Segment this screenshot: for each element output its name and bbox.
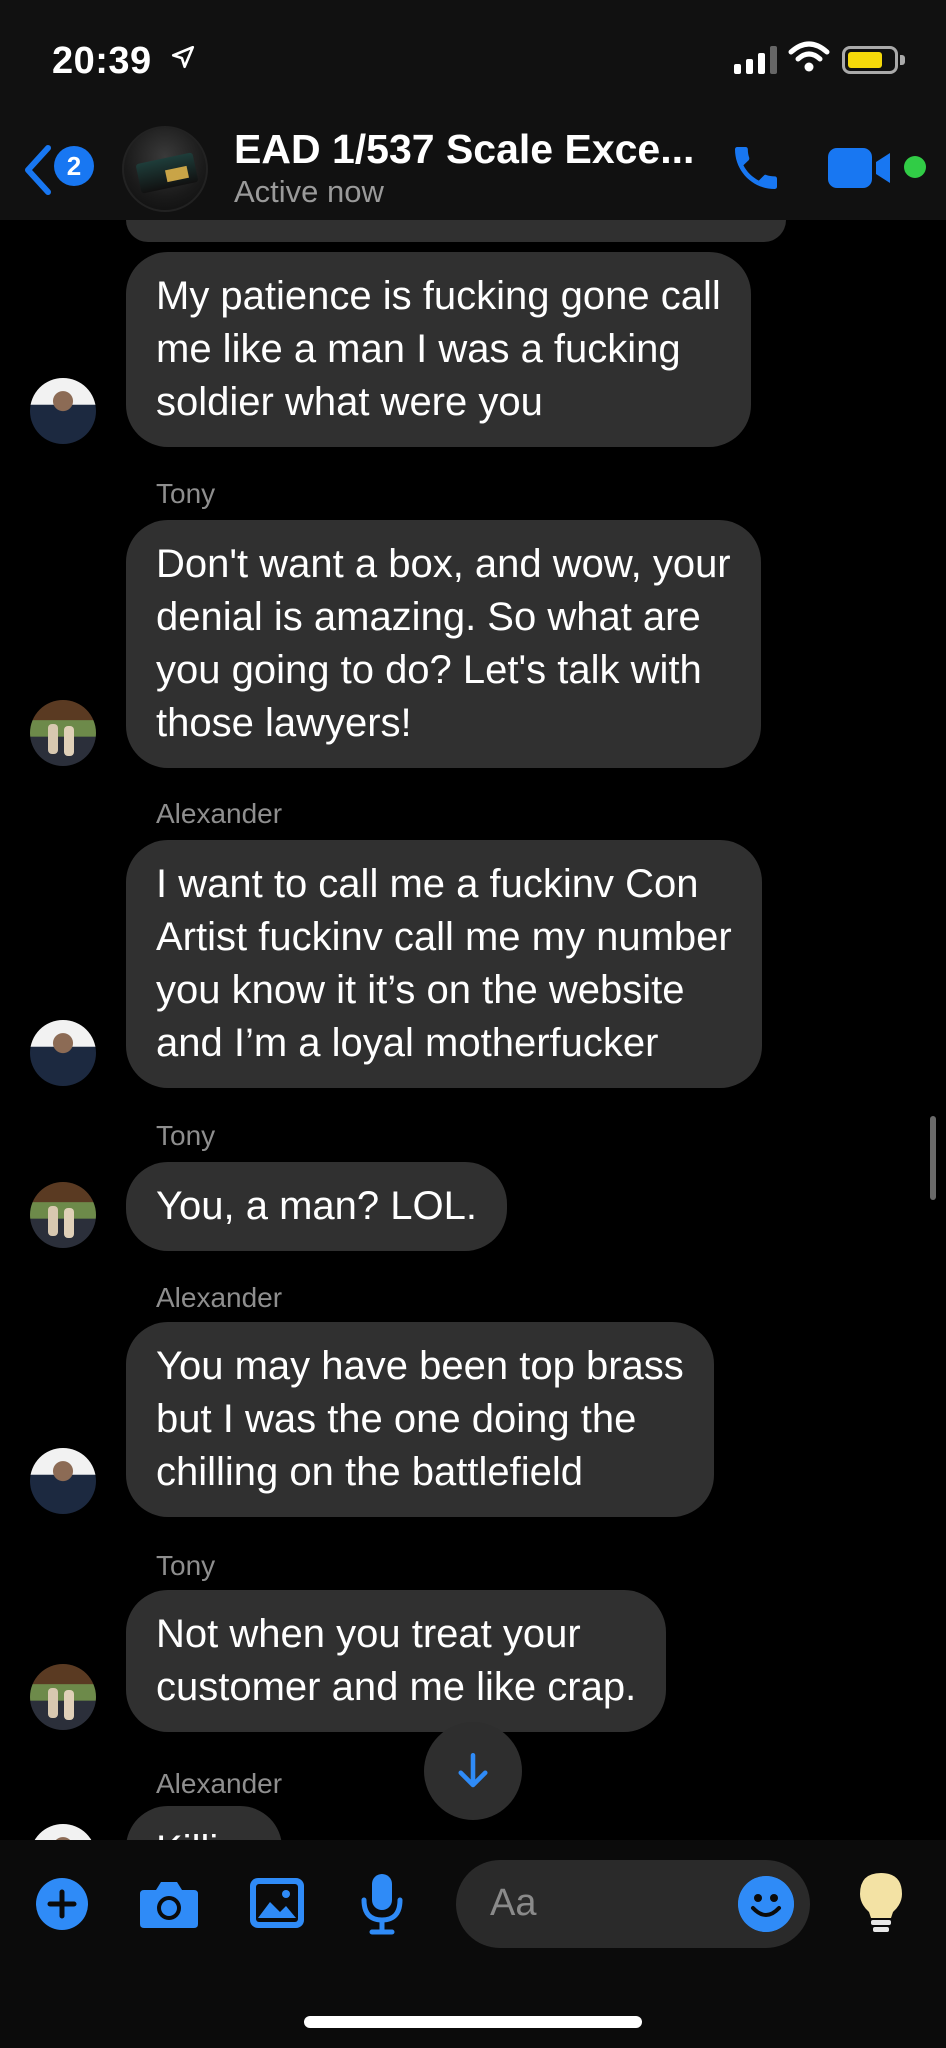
sender-name: Alexander bbox=[156, 1768, 283, 1799]
message-line: Artist fuckinv call me my number bbox=[156, 915, 732, 959]
message-line: Not when you treat your bbox=[156, 1612, 581, 1656]
message-line: chilling on the battlefield bbox=[156, 1450, 583, 1494]
message-bubble[interactable]: Don't want a box, and wow, your denial i… bbox=[126, 520, 761, 768]
message-line: me like a man I was a fucking bbox=[156, 327, 681, 371]
message-bubble[interactable]: My patience is fucking gone call me like… bbox=[126, 252, 751, 447]
message-line: You, a man? LOL. bbox=[156, 1184, 477, 1228]
scroll-to-bottom-button[interactable] bbox=[424, 1722, 522, 1820]
avatar-alexander[interactable] bbox=[30, 378, 96, 444]
avatar-tony[interactable] bbox=[30, 1182, 96, 1248]
message-line: You may have been top brass bbox=[156, 1344, 684, 1388]
sender-name: Tony bbox=[156, 1550, 216, 1581]
photo-gallery-icon[interactable] bbox=[248, 1876, 306, 1930]
message-line: My patience is fucking gone call bbox=[156, 274, 721, 318]
cell-signal-icon bbox=[734, 46, 777, 74]
unread-count-badge[interactable]: 2 bbox=[54, 146, 94, 186]
message-line: I want to call me a fuckinv Con bbox=[156, 862, 699, 906]
chat-title[interactable]: EAD 1/537 Scale Exce... bbox=[234, 126, 714, 173]
message-line: Killi... bbox=[156, 1824, 252, 1840]
sender-name: Alexander bbox=[156, 1282, 283, 1313]
message-line: but I was the one doing the bbox=[156, 1397, 637, 1441]
message-bubble[interactable]: Killi... bbox=[126, 1806, 282, 1840]
message-line: denial is amazing. So what are bbox=[156, 595, 701, 639]
group-avatar[interactable] bbox=[122, 126, 208, 212]
scrollbar[interactable] bbox=[930, 1116, 936, 1200]
video-call-icon[interactable] bbox=[828, 148, 894, 188]
back-chevron-icon[interactable] bbox=[20, 142, 54, 198]
plus-icon[interactable] bbox=[34, 1876, 90, 1932]
emoji-icon[interactable] bbox=[738, 1876, 794, 1932]
online-indicator bbox=[904, 156, 926, 178]
message-bubble[interactable]: Not when you treat your customer and me … bbox=[126, 1590, 667, 1732]
message-line: you going to do? Let's talk with bbox=[156, 648, 702, 692]
avatar-alexander[interactable] bbox=[30, 1448, 96, 1514]
status-time: 20:39 bbox=[52, 40, 152, 82]
chat-active-status: Active now bbox=[234, 174, 384, 209]
avatar-tony[interactable] bbox=[30, 700, 96, 766]
avatar-alexander[interactable] bbox=[30, 1020, 96, 1086]
avatar-tony[interactable] bbox=[30, 1664, 96, 1730]
message-line: Don't want a box, and wow, your bbox=[156, 542, 731, 586]
avatar-alexander[interactable] bbox=[30, 1824, 96, 1840]
battery-icon bbox=[842, 46, 898, 74]
location-arrow-icon bbox=[171, 45, 195, 69]
message-line: you know it it’s on the website bbox=[156, 968, 685, 1012]
sender-name: Alexander bbox=[156, 798, 283, 829]
phone-call-icon[interactable] bbox=[728, 140, 784, 196]
message-line: customer and me like crap. bbox=[156, 1665, 637, 1709]
previous-message-bubble-edge bbox=[126, 220, 786, 242]
wifi-icon bbox=[788, 41, 830, 72]
message-bubble[interactable]: You, a man? LOL. bbox=[126, 1162, 507, 1251]
battery-nub bbox=[900, 55, 905, 65]
home-indicator bbox=[304, 2016, 642, 2028]
microphone-icon[interactable] bbox=[356, 1870, 408, 1936]
sender-name: Tony bbox=[156, 478, 216, 509]
message-bubble[interactable]: You may have been top brass but I was th… bbox=[126, 1322, 714, 1517]
message-line: soldier what were you bbox=[156, 380, 543, 424]
camera-icon[interactable] bbox=[138, 1876, 200, 1932]
message-input-placeholder: Aa bbox=[490, 1882, 537, 1924]
sender-name: Tony bbox=[156, 1120, 216, 1151]
message-line: those lawyers! bbox=[156, 701, 412, 745]
message-line: and I’m a loyal motherfucker bbox=[156, 1021, 659, 1065]
status-bar: 20:39 bbox=[0, 0, 946, 120]
arrow-down-icon bbox=[458, 1752, 488, 1788]
message-bubble[interactable]: I want to call me a fuckinv Con Artist f… bbox=[126, 840, 762, 1088]
lightbulb-icon[interactable] bbox=[856, 1870, 906, 1936]
